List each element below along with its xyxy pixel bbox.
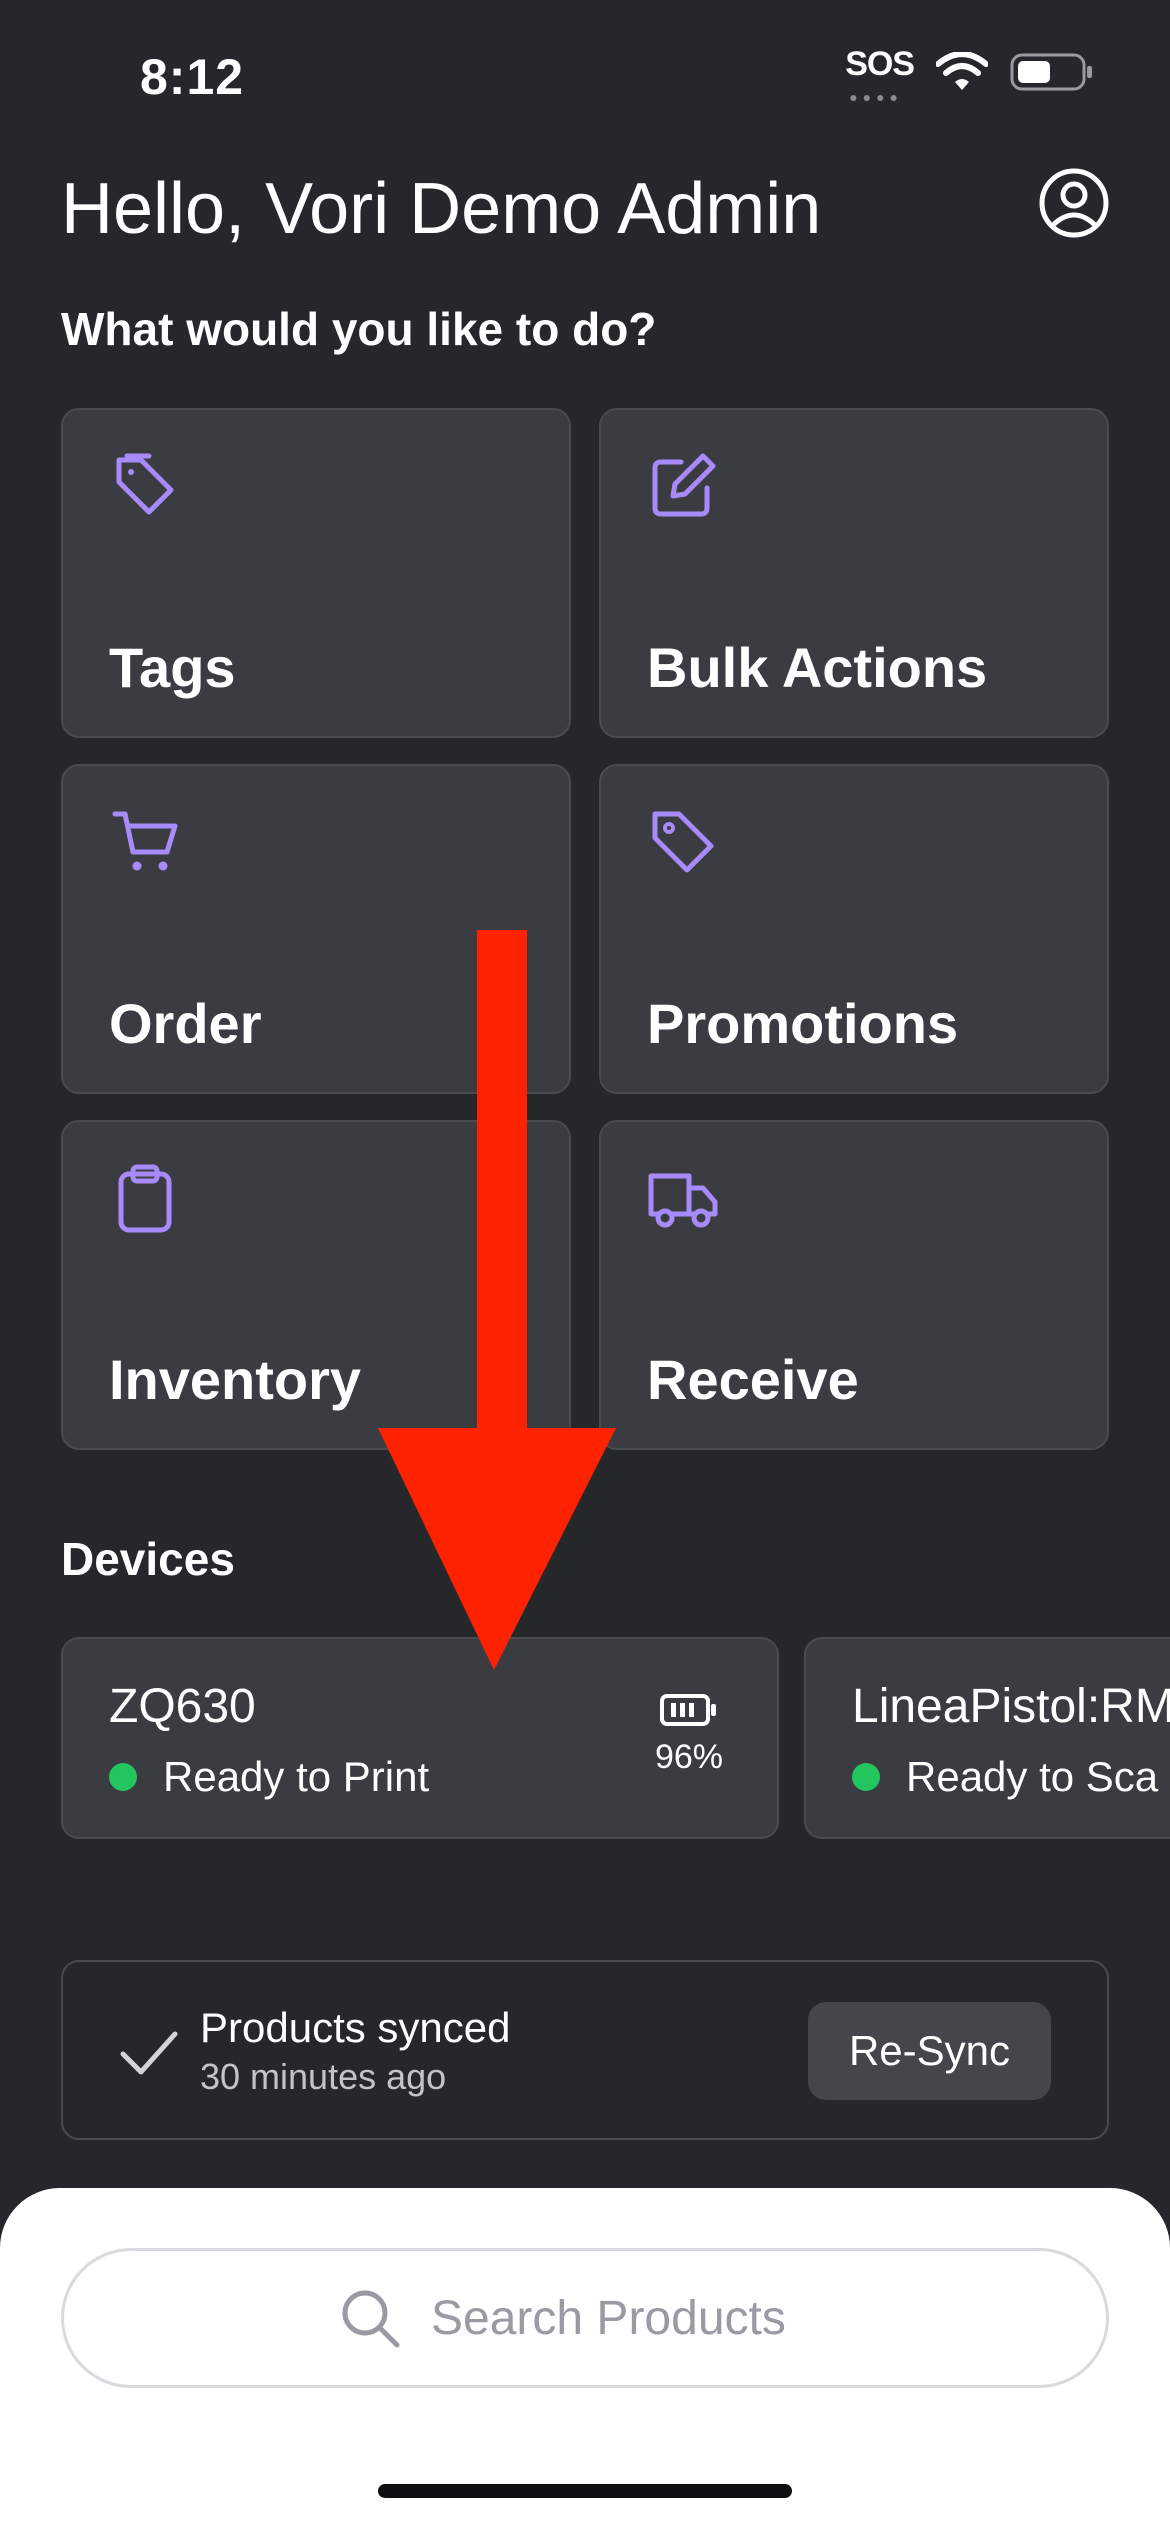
action-grid: Tags Bulk Actions Order Promotions Inven… <box>61 408 1109 1450</box>
inventory-tile[interactable]: Inventory <box>61 1120 571 1450</box>
sync-timestamp: 30 minutes ago <box>200 2056 447 2097</box>
tags-tile[interactable]: Tags <box>61 408 571 738</box>
truck-icon <box>648 1173 718 1228</box>
device-card-printer[interactable]: ZQ630 Ready to Print 96% <box>61 1637 779 1839</box>
sync-status-card: Products synced 30 minutes ago Re-Sync <box>61 1960 1109 2140</box>
sync-title: Products synced <box>200 2004 511 2051</box>
device-status-text: Ready to Print <box>163 1753 430 1800</box>
battery-percent: 96% <box>654 1738 724 1776</box>
battery-icon <box>660 1694 716 1726</box>
clipboard-icon <box>118 1164 172 1233</box>
device-name: ZQ630 <box>109 1680 256 1733</box>
device-status-text: Ready to Sca <box>906 1753 1159 1800</box>
status-time: 8:12 <box>140 49 245 105</box>
checkmark-icon <box>120 2031 178 2075</box>
sos-label: SOS <box>845 44 915 83</box>
devices-heading: Devices <box>61 1533 235 1585</box>
sos-indicator: SOS ●●●● <box>845 44 915 105</box>
search-input[interactable] <box>431 2290 831 2346</box>
order-tile[interactable]: Order <box>61 764 571 1094</box>
action-prompt: What would you like to do? <box>61 303 657 355</box>
status-ready-dot <box>852 1763 880 1791</box>
profile-icon[interactable] <box>1038 167 1110 239</box>
tags-icon <box>116 453 174 515</box>
bottom-sheet <box>0 2188 1170 2532</box>
device-name: LineaPistol:RM <box>852 1680 1170 1733</box>
receive-tile[interactable]: Receive <box>599 1120 1109 1450</box>
edit-icon <box>652 453 716 517</box>
wifi-icon <box>936 52 988 90</box>
status-indicators: SOS ●●●● <box>845 45 1094 105</box>
order-label: Order <box>109 992 262 1055</box>
search-icon <box>342 2290 400 2348</box>
device-status: Ready to Print <box>109 1753 429 1801</box>
bulk-actions-label: Bulk Actions <box>647 636 988 699</box>
device-status: Ready to Sca <box>852 1753 1158 1801</box>
bulk-actions-tile[interactable]: Bulk Actions <box>599 408 1109 738</box>
home-screen: 8:12 SOS ●●●● Hello, Vori Demo Admin Wha… <box>0 0 1170 2532</box>
resync-button[interactable]: Re-Sync <box>808 2002 1051 2100</box>
signal-dots-icon: ●●●● <box>849 88 904 105</box>
receive-label: Receive <box>647 1348 859 1411</box>
battery-status-icon <box>1010 53 1092 91</box>
tags-label: Tags <box>109 636 236 699</box>
tag-icon <box>652 811 714 873</box>
inventory-label: Inventory <box>109 1348 362 1411</box>
cart-icon <box>112 811 178 871</box>
promotions-tile[interactable]: Promotions <box>599 764 1109 1094</box>
promotions-label: Promotions <box>647 992 959 1055</box>
status-ready-dot <box>109 1763 137 1791</box>
home-indicator[interactable] <box>378 2484 792 2498</box>
device-card-scanner[interactable]: LineaPistol:RM Ready to Sca <box>804 1637 1170 1839</box>
greeting-title: Hello, Vori Demo Admin <box>61 169 822 249</box>
search-bar[interactable] <box>61 2248 1109 2388</box>
device-battery: 96% <box>649 1693 729 1777</box>
